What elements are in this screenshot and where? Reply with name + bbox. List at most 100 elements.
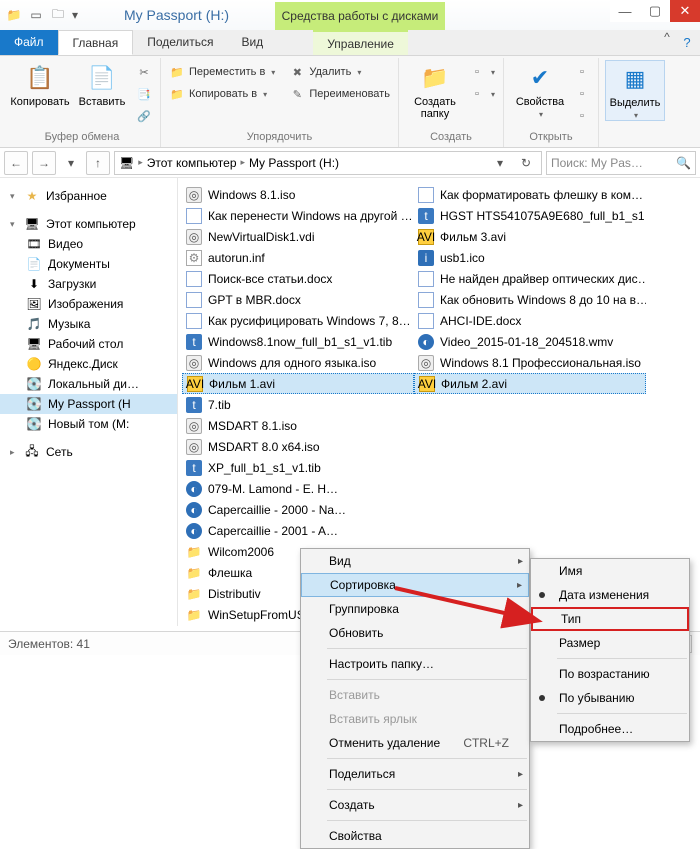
file-item[interactable]: ◐079-M. Lamond - E. H… [182, 478, 414, 499]
tab-share[interactable]: Поделиться [133, 30, 227, 55]
sort-type[interactable]: Тип [531, 607, 689, 631]
file-item[interactable]: Как русифицировать Windows 7, 8… [182, 310, 414, 331]
menu-properties[interactable]: Свойства [301, 824, 529, 848]
close-button[interactable]: ✕ [670, 0, 700, 22]
file-item[interactable]: ◎NewVirtualDisk1.vdi [182, 226, 414, 247]
file-item[interactable]: AVIФильм 3.avi [414, 226, 646, 247]
sidebar-item[interactable]: 🎵Музыка [0, 314, 177, 334]
search-icon: 🔍 [676, 156, 691, 170]
sidebar-item[interactable]: 📄Документы [0, 254, 177, 274]
address-dropdown[interactable]: ▾ [489, 156, 511, 170]
file-item[interactable]: Поиск-все статьи.docx [182, 268, 414, 289]
sidebar-favorites[interactable]: ▾★Избранное [0, 186, 177, 206]
menu-refresh[interactable]: Обновить [301, 621, 529, 645]
file-item[interactable]: ◎Windows 8.1 Профессиональная.iso [414, 352, 646, 373]
file-item[interactable]: ◎Windows 8.1.iso [182, 184, 414, 205]
new-folder-button[interactable]: 📁 Создать папку [405, 60, 465, 120]
file-item[interactable]: Как перенести Windows на другой … [182, 205, 414, 226]
paste-button[interactable]: 📄 Вставить [72, 60, 132, 108]
select-button[interactable]: ▦ Выделить ▾ [605, 60, 665, 121]
sort-date[interactable]: Дата изменения [531, 583, 689, 607]
file-item[interactable]: AVIФильм 1.avi [182, 373, 414, 394]
file-item[interactable]: Как форматировать флешку в ком… [414, 184, 646, 205]
file-item[interactable]: Не найден драйвер оптических дис… [414, 268, 646, 289]
move-to-button[interactable]: 📁Переместить в▾ [167, 62, 277, 82]
sidebar-this-pc[interactable]: ▾🖥Этот компьютер [0, 214, 177, 234]
menu-share[interactable]: Поделиться [301, 762, 529, 786]
easy-access-button[interactable]: ▫▾ [467, 84, 497, 104]
sort-size[interactable]: Размер [531, 631, 689, 655]
sort-desc[interactable]: По убыванию [531, 686, 689, 710]
search-input[interactable]: Поиск: My Pas… 🔍 [546, 151, 696, 175]
help-button[interactable]: ? [674, 30, 700, 55]
open-button[interactable]: ▫ [572, 62, 592, 82]
file-item[interactable]: ◐Capercaillie - 2001 - A… [182, 520, 414, 541]
file-item[interactable]: iusb1.ico [414, 247, 646, 268]
file-item[interactable]: tWindows8.1now_full_b1_s1_v1.tib [182, 331, 414, 352]
sidebar-item[interactable]: 🖥Рабочий стол [0, 334, 177, 354]
file-item[interactable]: ◐Video_2015-01-18_204518.wmv [414, 331, 646, 352]
history-button[interactable]: ▫ [572, 106, 592, 126]
copy-button[interactable]: 📋 Копировать [10, 60, 70, 108]
new-item-button[interactable]: ▫▾ [467, 62, 497, 82]
qat-properties[interactable]: ▭ [26, 5, 46, 25]
qat-dropdown[interactable]: ▾ [70, 8, 80, 22]
sidebar-item[interactable]: 🟡Яндекс.Диск [0, 354, 177, 374]
file-item[interactable]: AHCI-IDE.docx [414, 310, 646, 331]
tab-manage[interactable]: Управление [313, 30, 408, 55]
sidebar-network[interactable]: ▸🖧Сеть [0, 442, 177, 462]
file-item[interactable]: t7.tib [182, 394, 414, 415]
file-item[interactable]: ◐Capercaillie - 2000 - Na… [182, 499, 414, 520]
file-item[interactable]: tXP_full_b1_s1_v1.tib [182, 457, 414, 478]
ribbon-collapse[interactable]: ^ [660, 30, 674, 55]
minimize-button[interactable]: — [610, 0, 640, 22]
file-item[interactable]: GPT в MBR.docx [182, 289, 414, 310]
file-item[interactable]: tHGST HTS541075A9E680_full_b1_s1… [414, 205, 646, 226]
menu-customize[interactable]: Настроить папку… [301, 652, 529, 676]
history-dropdown[interactable]: ▾ [60, 156, 82, 170]
menu-undo-delete[interactable]: Отменить удалениеCTRL+Z [301, 731, 529, 755]
qat-new-folder[interactable]: 🗀 [48, 5, 68, 25]
menu-group[interactable]: Группировка [301, 597, 529, 621]
menu-paste-shortcut[interactable]: Вставить ярлык [301, 707, 529, 731]
menu-view[interactable]: Вид [301, 549, 529, 573]
sidebar-item[interactable]: 💽Новый том (M: [0, 414, 177, 434]
sidebar-item[interactable]: 💽Локальный ди… [0, 374, 177, 394]
sidebar-item[interactable]: 🖼Изображения [0, 294, 177, 314]
copy-path-button[interactable]: 📑 [134, 84, 154, 104]
properties-icon: ✔ [524, 62, 556, 94]
file-item[interactable]: ◎MSDART 8.1.iso [182, 415, 414, 436]
edit-button[interactable]: ▫ [572, 84, 592, 104]
back-button[interactable]: ← [4, 151, 28, 175]
file-item[interactable]: ◎MSDART 8.0 x64.iso [182, 436, 414, 457]
menu-paste[interactable]: Вставить [301, 683, 529, 707]
delete-button[interactable]: ✖Удалить▾ [287, 62, 392, 82]
sidebar-item-label: My Passport (H [48, 397, 131, 411]
refresh-button[interactable]: ↻ [515, 156, 537, 170]
tab-view[interactable]: Вид [227, 30, 277, 55]
tab-file[interactable]: Файл [0, 30, 58, 55]
copy-to-button[interactable]: 📁Копировать в▾ [167, 84, 277, 104]
file-item[interactable]: Как обновить Windows 8 до 10 на в… [414, 289, 646, 310]
up-button[interactable]: ↑ [86, 151, 110, 175]
sidebar-item[interactable]: ⬇Загрузки [0, 274, 177, 294]
sort-asc[interactable]: По возрастанию [531, 662, 689, 686]
rename-button[interactable]: ✎Переименовать [287, 84, 392, 104]
sidebar-item[interactable]: 💽My Passport (H [0, 394, 177, 414]
forward-button[interactable]: → [32, 151, 56, 175]
properties-button[interactable]: ✔ Свойства ▾ [510, 60, 570, 119]
breadcrumb[interactable]: 🖥 ▸Этот компьютер ▸My Passport (H:) ▾ ↻ [114, 151, 542, 175]
sort-more[interactable]: Подробнее… [531, 717, 689, 741]
tab-home[interactable]: Главная [58, 30, 134, 55]
cut-button[interactable]: ✂ [134, 62, 154, 82]
menu-new[interactable]: Создать [301, 793, 529, 817]
sort-name[interactable]: Имя [531, 559, 689, 583]
file-item[interactable]: ◎Windows для одного языка.iso [182, 352, 414, 373]
paste-shortcut-button[interactable]: 🔗 [134, 106, 154, 126]
context-menu: Вид Сортировка Группировка Обновить Наст… [300, 548, 530, 849]
menu-sort[interactable]: Сортировка [301, 573, 529, 597]
maximize-button[interactable]: ▢ [640, 0, 670, 22]
file-item[interactable]: ⚙autorun.inf [182, 247, 414, 268]
sidebar-item[interactable]: 🎞Видео [0, 234, 177, 254]
file-item[interactable]: AVIФильм 2.avi [414, 373, 646, 394]
